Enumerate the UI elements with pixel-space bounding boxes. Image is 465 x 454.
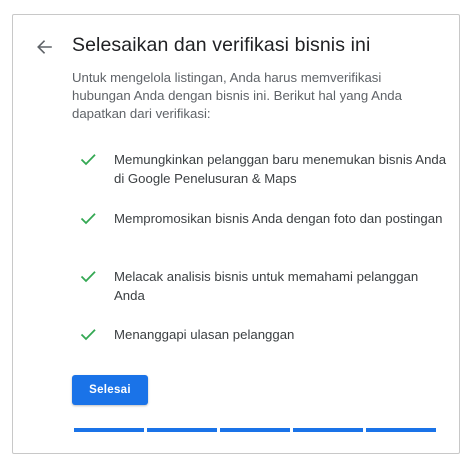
benefit-item: Menanggapi ulasan pelanggan	[79, 325, 449, 344]
done-button[interactable]: Selesai	[72, 375, 148, 405]
benefit-item: Melacak analisis bisnis untuk memahami p…	[79, 267, 449, 305]
progress-bar	[74, 428, 439, 432]
benefit-item: Memungkinkan pelanggan baru menemukan bi…	[79, 150, 449, 188]
check-icon	[80, 154, 96, 166]
back-button[interactable]	[33, 36, 55, 58]
benefit-text: Menanggapi ulasan pelanggan	[114, 327, 295, 342]
benefit-text: Memungkinkan pelanggan baru menemukan bi…	[114, 152, 447, 186]
check-icon	[80, 271, 96, 283]
verification-dialog: Selesaikan dan verifikasi bisnis ini Unt…	[12, 14, 460, 454]
progress-segment	[220, 428, 290, 432]
progress-segment	[293, 428, 363, 432]
benefit-item: Mempromosikan bisnis Anda dengan foto da…	[79, 209, 449, 228]
dialog-title: Selesaikan dan verifikasi bisnis ini	[72, 34, 371, 56]
benefit-text: Melacak analisis bisnis untuk memahami p…	[114, 269, 419, 303]
arrow-left-icon	[37, 40, 52, 54]
check-icon	[80, 213, 96, 225]
intro-text: Untuk mengelola listingan, Anda harus me…	[72, 70, 402, 121]
progress-segment	[147, 428, 217, 432]
progress-segment	[366, 428, 436, 432]
progress-segment	[74, 428, 144, 432]
benefit-text: Mempromosikan bisnis Anda dengan foto da…	[114, 211, 443, 226]
check-icon	[80, 329, 96, 341]
